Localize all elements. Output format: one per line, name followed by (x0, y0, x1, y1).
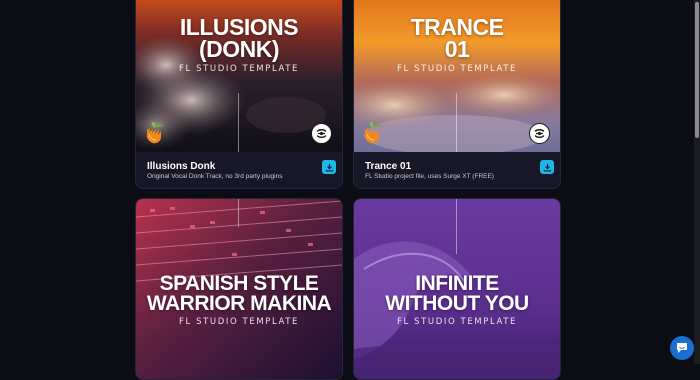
template-card-spanish-style-warrior-makina[interactable]: SPANISH STYLE WARRIOR MAKINA FL STUDIO T… (135, 198, 343, 380)
cover-art[interactable]: SPANISH STYLE WARRIOR MAKINA FL STUDIO T… (136, 199, 342, 379)
fl-studio-logo-icon (144, 121, 166, 145)
scrollbar-thumb[interactable] (695, 2, 699, 138)
download-button[interactable] (540, 160, 554, 174)
download-button[interactable] (322, 160, 336, 174)
cover-art[interactable]: INFINITE WITHOUT YOU FL STUDIO TEMPLATE (354, 199, 560, 379)
template-card-infinite-without-you[interactable]: INFINITE WITHOUT YOU FL STUDIO TEMPLATE (353, 198, 561, 380)
download-icon (543, 163, 552, 172)
page-scrollbar[interactable] (694, 0, 700, 364)
download-icon (325, 163, 334, 172)
center-divider (238, 93, 239, 152)
cover-art[interactable]: TRANCE 01 FL STUDIO TEMPLATE (354, 0, 560, 152)
brand-emblem-icon (529, 123, 550, 144)
fl-studio-logo-icon (362, 121, 384, 145)
cover-title-line-2: WITHOUT YOU (385, 292, 529, 315)
card-description: Original Vocal Donk Track, no 3rd party … (147, 173, 283, 180)
card-name[interactable]: Trance 01 (365, 161, 411, 172)
cover-subtitle: FL STUDIO TEMPLATE (396, 317, 518, 327)
card-info: Trance 01 FL Studio project file, uses S… (354, 152, 560, 188)
cover-subtitle: FL STUDIO TEMPLATE (396, 64, 518, 74)
center-divider (456, 199, 457, 254)
cover-subtitle: FL STUDIO TEMPLATE (178, 64, 300, 74)
center-divider (238, 199, 239, 227)
card-info: Illusions Donk Original Vocal Donk Track… (136, 152, 342, 188)
template-card-trance-01[interactable]: TRANCE 01 FL STUDIO TEMPLATE Trance 01 F… (353, 0, 561, 189)
card-name[interactable]: Illusions Donk (147, 161, 215, 172)
chat-icon (677, 343, 687, 353)
cover-title-line-2: (DONK) (198, 36, 280, 62)
card-description: FL Studio project file, uses Surge XT (F… (365, 173, 494, 180)
cover-title-line-2: WARRIOR MAKINA (146, 292, 332, 315)
cover-subtitle: FL STUDIO TEMPLATE (178, 317, 300, 327)
cover-title-line-2: 01 (444, 36, 470, 62)
cover-art[interactable]: ILLUSIONS (DONK) FL STUDIO TEMPLATE (136, 0, 342, 152)
template-card-illusions-donk[interactable]: ILLUSIONS (DONK) FL STUDIO TEMPLATE Illu… (135, 0, 343, 189)
center-divider (456, 93, 457, 152)
brand-emblem-icon (311, 123, 332, 144)
chat-button[interactable] (670, 336, 694, 360)
